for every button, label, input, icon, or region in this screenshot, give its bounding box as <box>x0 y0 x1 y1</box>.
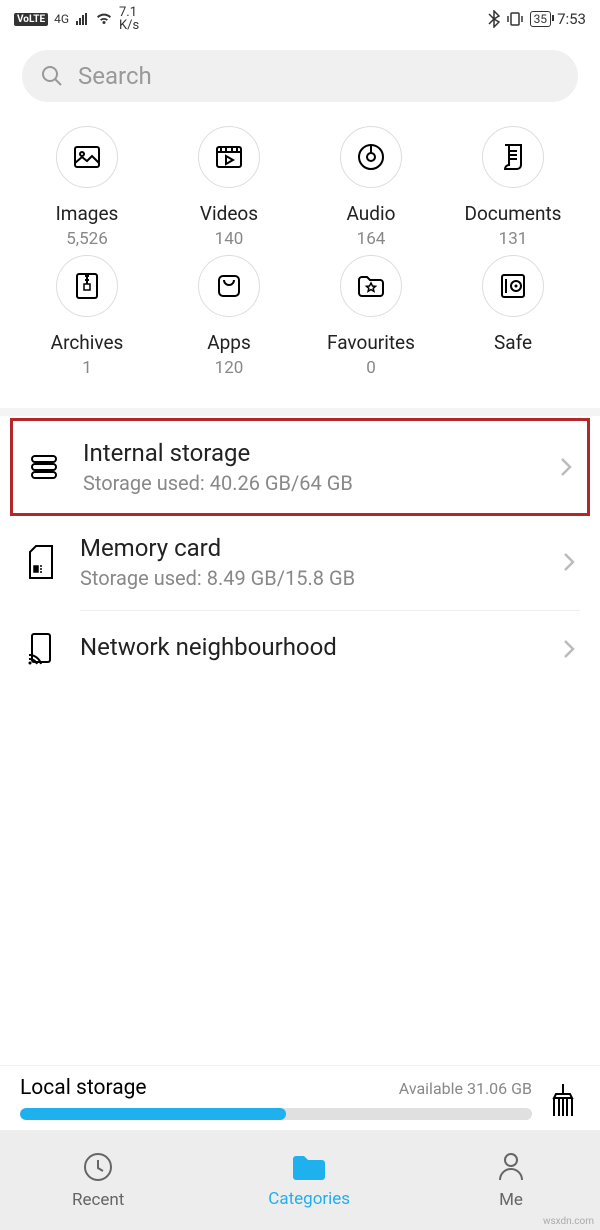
net-speed: 7.1K/s <box>119 6 139 32</box>
internal-storage-row[interactable]: Internal storage Storage used: 40.26 GB/… <box>10 418 590 516</box>
nav-categories[interactable]: Categories <box>268 1151 350 1209</box>
memory-card-sub: Storage used: 8.49 GB/15.8 GB <box>80 566 540 590</box>
images-icon <box>56 126 118 188</box>
category-favourites[interactable]: Favourites 0 <box>300 255 442 378</box>
category-images[interactable]: Images 5,526 <box>16 126 158 249</box>
archives-icon <box>56 255 118 317</box>
clock: 7:53 <box>557 10 586 28</box>
memory-card-title: Memory card <box>80 534 540 562</box>
volte-badge: VoLTE <box>14 13 48 26</box>
favourites-icon <box>340 255 402 317</box>
nav-recent[interactable]: Recent <box>72 1150 124 1210</box>
search-icon <box>40 64 64 88</box>
clock-icon <box>81 1150 115 1184</box>
chevron-right-icon <box>559 455 573 479</box>
chevron-right-icon <box>562 637 576 661</box>
storage-progress-bar <box>20 1108 532 1120</box>
search-input[interactable]: Search <box>22 50 578 102</box>
category-videos[interactable]: Videos 140 <box>158 126 300 249</box>
local-storage-available: Available 31.06 GB <box>399 1079 532 1098</box>
internal-storage-sub: Storage used: 40.26 GB/64 GB <box>83 471 537 495</box>
local-storage-panel: Local storage Available 31.06 GB <box>0 1065 600 1130</box>
category-grid: Images 5,526 Videos 140 Audio 164 Docume… <box>0 120 600 408</box>
safe-icon <box>482 255 544 317</box>
memory-card-icon <box>24 544 58 580</box>
watermark: wsxdn.com <box>543 1216 594 1227</box>
wifi-icon <box>95 12 113 26</box>
battery-icon: 35 <box>530 11 552 27</box>
bluetooth-icon <box>488 10 500 28</box>
videos-icon <box>198 126 260 188</box>
status-bar: VoLTE 4G 7.1K/s 35 7:53 <box>0 0 600 38</box>
category-documents[interactable]: Documents 131 <box>442 126 584 249</box>
category-safe[interactable]: Safe <box>442 255 584 378</box>
category-audio[interactable]: Audio 164 <box>300 126 442 249</box>
cleanup-icon[interactable] <box>546 1082 580 1120</box>
signal-icon <box>75 12 89 26</box>
internal-storage-icon <box>27 451 61 483</box>
network-neighbourhood-row[interactable]: Network neighbourhood <box>0 611 600 687</box>
bottom-nav: Recent Categories Me <box>0 1130 600 1230</box>
documents-icon <box>482 126 544 188</box>
apps-icon <box>198 255 260 317</box>
category-archives[interactable]: Archives 1 <box>16 255 158 378</box>
chevron-right-icon <box>562 550 576 574</box>
memory-card-row[interactable]: Memory card Storage used: 8.49 GB/15.8 G… <box>0 514 600 610</box>
person-icon <box>494 1150 528 1184</box>
storage-list: Internal storage Storage used: 40.26 GB/… <box>0 408 600 687</box>
local-storage-title: Local storage <box>20 1076 147 1100</box>
category-apps[interactable]: Apps 120 <box>158 255 300 378</box>
folder-icon <box>290 1151 328 1183</box>
network-icon <box>24 631 58 667</box>
network-type: 4G <box>54 12 69 26</box>
nav-me[interactable]: Me <box>494 1150 528 1210</box>
vibrate-icon <box>506 11 524 27</box>
internal-storage-title: Internal storage <box>83 439 537 467</box>
network-title: Network neighbourhood <box>80 633 540 661</box>
search-placeholder: Search <box>78 62 152 90</box>
audio-icon <box>340 126 402 188</box>
